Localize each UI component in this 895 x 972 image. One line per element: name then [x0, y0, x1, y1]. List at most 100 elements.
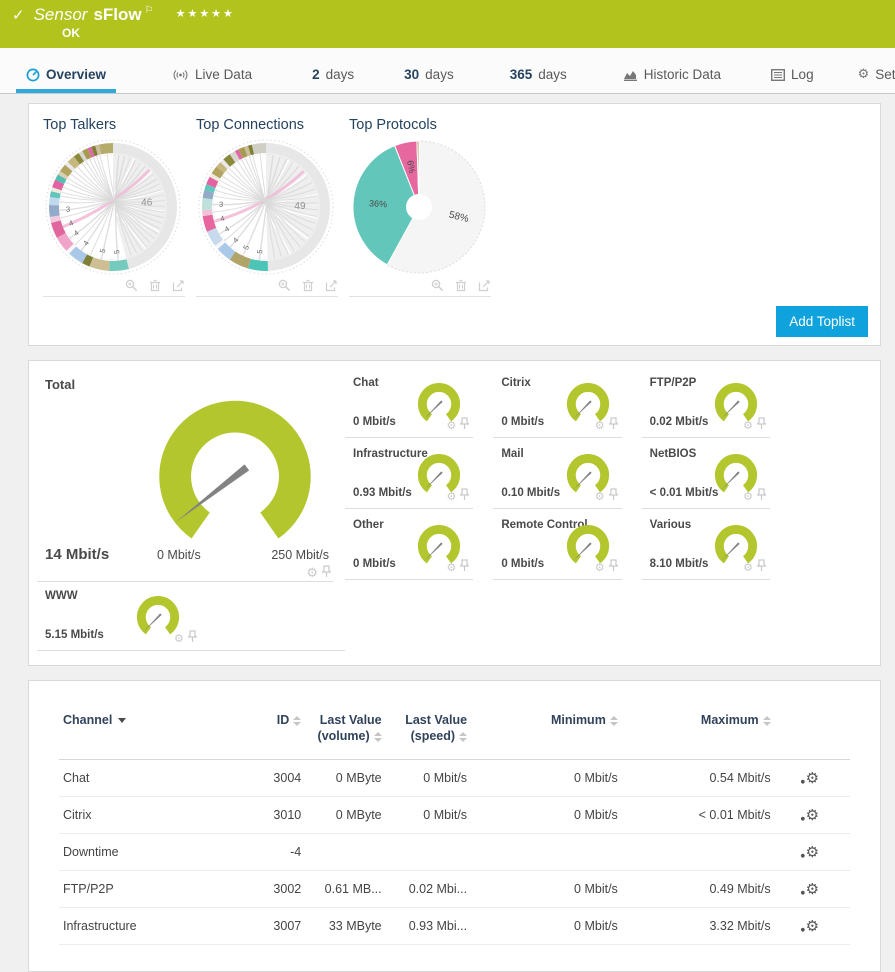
divider [345, 437, 473, 438]
tab-label: Overview [46, 67, 106, 82]
tab-historic-data[interactable]: Historic Data [619, 60, 725, 93]
pin-icon[interactable] [322, 565, 331, 581]
tab-log[interactable]: Log [767, 60, 818, 93]
channel-settings-gear-icon[interactable]: ⚙ [806, 806, 819, 824]
gauge-toolbar: ⚙ [446, 488, 469, 504]
gauge-toolbar: ⚙ [595, 488, 618, 504]
gear-icon[interactable]: ⚙ [743, 561, 753, 574]
tab-label: Settings [875, 67, 895, 82]
gauge-cell-mail: Mail 0.10 Mbit/s ⚙ [493, 440, 641, 511]
col-header-last-value-volume[interactable]: Last Value (volume) [305, 705, 385, 760]
channel-settings-gear-icon[interactable]: ⚙ [806, 843, 819, 861]
gear-icon[interactable]: ⚙ [174, 632, 184, 645]
gear-icon[interactable]: ⚙ [595, 490, 605, 503]
delete-icon[interactable] [149, 279, 161, 292]
gear-icon[interactable]: ⚙ [446, 561, 456, 574]
gauge-title: Chat [353, 377, 379, 389]
cell-channel[interactable]: Infrastructure [59, 908, 220, 945]
pin-icon[interactable] [609, 417, 618, 433]
col-label: Channel [63, 713, 112, 727]
svg-text:36%: 36% [369, 198, 388, 209]
delete-icon[interactable] [455, 279, 467, 292]
gear-icon[interactable]: ⚙ [595, 419, 605, 432]
edit-icon[interactable] [478, 279, 491, 292]
col-label: Maximum [701, 713, 759, 727]
col-header-id[interactable]: ID [220, 705, 305, 760]
chord-chart[interactable]: 49554443 [196, 137, 336, 277]
pin-icon[interactable] [188, 630, 197, 646]
gauge-cell-citrix: Citrix 0 Mbit/s ⚙ [493, 369, 641, 440]
channel-settings-gear-icon[interactable]: ⚙ [806, 880, 819, 898]
add-toplist-button[interactable]: Add Toplist [776, 306, 868, 337]
chord-chart[interactable]: 46554443 [43, 137, 183, 277]
pin-icon[interactable] [757, 417, 766, 433]
gauge-toolbar: ⚙ [595, 559, 618, 575]
sort-desc-icon [118, 718, 126, 723]
channel-settings-gear-icon[interactable]: ⚙ [806, 769, 819, 787]
gauge-value: < 0.01 Mbit/s [650, 487, 719, 499]
divider [345, 508, 473, 509]
tab-30-days[interactable]: 30days [400, 60, 458, 93]
cell-channel[interactable]: Downtime [59, 834, 220, 871]
gauge-cell-remote-control: Remote Control 0 Mbit/s ⚙ [493, 511, 641, 582]
donut-chart[interactable]: 58%36%6% [349, 137, 489, 277]
gauge-toolbar: ⚙ [743, 417, 766, 433]
gauge-cell-other: Other 0 Mbit/s ⚙ [345, 511, 493, 582]
gear-icon[interactable]: ⚙ [446, 419, 456, 432]
pin-icon[interactable] [609, 488, 618, 504]
gauge-cell-infrastructure: Infrastructure 0.93 Mbit/s ⚙ [345, 440, 493, 511]
col-header-maximum[interactable]: Maximum [622, 705, 775, 760]
gear-icon[interactable]: ⚙ [743, 490, 753, 503]
tab-365-days[interactable]: 365days [506, 60, 571, 93]
gear-icon: ⚙ [858, 67, 870, 82]
sort-icon [763, 716, 771, 726]
chart-icon [623, 68, 638, 81]
flag-icon[interactable]: ⚐ [145, 5, 154, 16]
tab-overview[interactable]: Overview [22, 60, 110, 93]
gear-icon[interactable]: ⚙ [306, 566, 318, 581]
cell-minimum: 0 Mbit/s [471, 908, 622, 945]
channel-settings-gear-icon[interactable]: ⚙ [806, 917, 819, 935]
cell-last-value-volume [305, 834, 385, 871]
zoom-icon[interactable] [431, 279, 444, 292]
pin-icon[interactable] [757, 559, 766, 575]
col-header-last-value-speed[interactable]: Last Value (speed) [386, 705, 471, 760]
toplist-top-talkers: Top Talkers 46554443 [43, 117, 193, 297]
gauge-value: 0 Mbit/s [353, 558, 396, 570]
col-header-minimum[interactable]: Minimum [471, 705, 622, 760]
pin-icon[interactable] [460, 488, 469, 504]
cell-last-value-speed: 0 Mbit/s [386, 760, 471, 797]
delete-icon[interactable] [302, 279, 314, 292]
gauge-toolbar: ⚙ [446, 559, 469, 575]
divider [493, 508, 621, 509]
pin-icon[interactable] [609, 559, 618, 575]
gauge-scale-min: 0 Mbit/s [157, 548, 201, 562]
tab-settings[interactable]: ⚙ Settings [854, 60, 895, 93]
edit-icon[interactable] [325, 279, 338, 292]
svg-text:3: 3 [219, 200, 224, 209]
pin-icon[interactable] [460, 417, 469, 433]
gear-icon[interactable]: ⚙ [743, 419, 753, 432]
gauge-cell-chat: Chat 0 Mbit/s ⚙ [345, 369, 493, 440]
zoom-icon[interactable] [125, 279, 138, 292]
cell-channel[interactable]: Chat [59, 760, 220, 797]
cell-last-value-speed: 0.93 Mbi... [386, 908, 471, 945]
cell-channel[interactable]: FTP/P2P [59, 871, 220, 908]
tab-live-data[interactable]: Live Data [168, 60, 256, 93]
cell-channel[interactable]: Citrix [59, 797, 220, 834]
gear-icon[interactable]: ⚙ [446, 490, 456, 503]
edit-icon[interactable] [172, 279, 185, 292]
pin-icon[interactable] [460, 559, 469, 575]
list-icon [771, 69, 785, 81]
gear-icon[interactable]: ⚙ [595, 561, 605, 574]
cell-last-value-speed [386, 834, 471, 871]
gauge-cell-various: Various 8.10 Mbit/s ⚙ [642, 511, 790, 582]
zoom-icon[interactable] [278, 279, 291, 292]
tab-2-days[interactable]: 2days [308, 60, 358, 93]
pin-icon[interactable] [757, 488, 766, 504]
cell-maximum: 0.49 Mbit/s [622, 871, 775, 908]
broadcast-icon [172, 68, 189, 82]
table-row: FTP/P2P 3002 0.61 MB... 0.02 Mbi... 0 Mb… [59, 871, 850, 908]
col-header-channel[interactable]: Channel [59, 705, 220, 760]
priority-stars[interactable]: ★★★★★ [176, 7, 235, 20]
